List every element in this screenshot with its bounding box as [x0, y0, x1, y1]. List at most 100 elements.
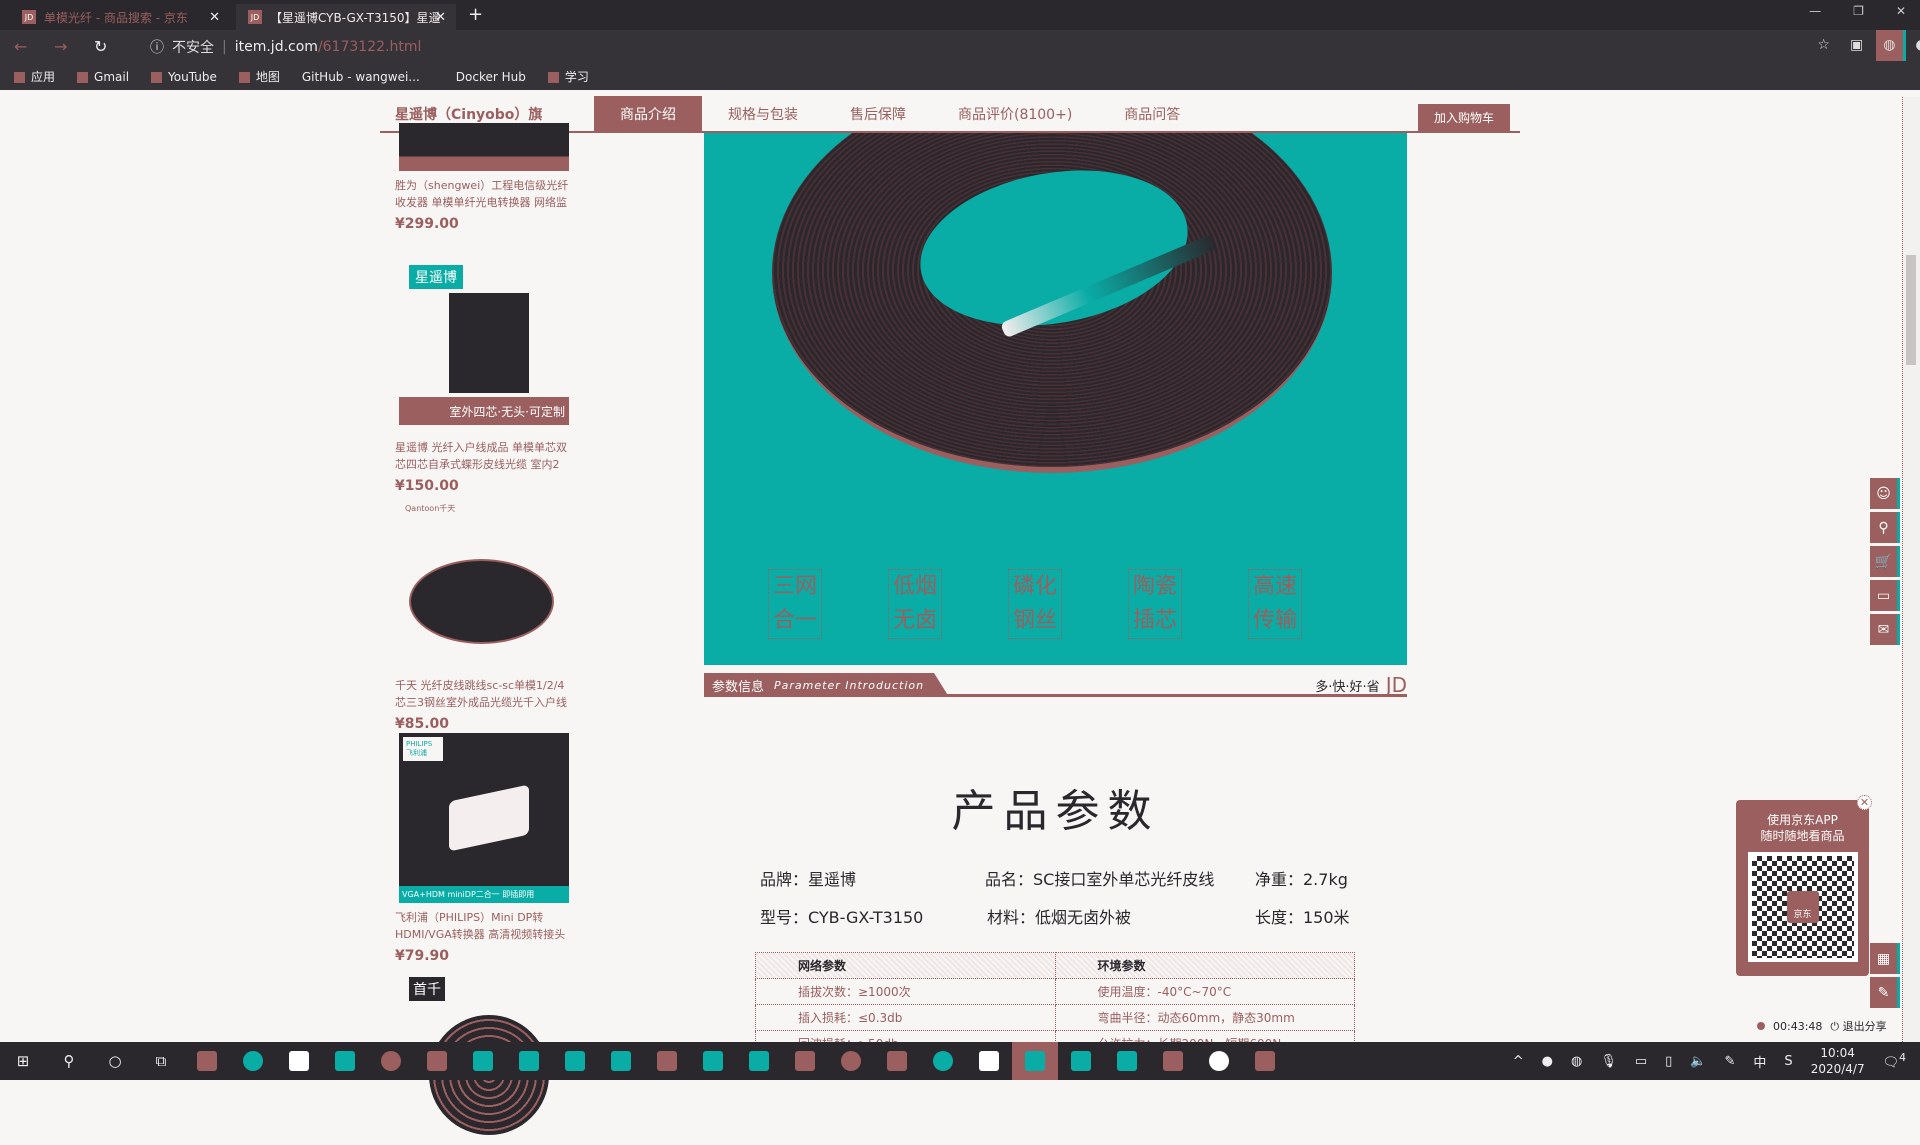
url-field[interactable]: ⓘ 不安全 | item.jd.com/6173122.html — [150, 37, 421, 57]
product-name[interactable]: 飞利浦（PHILIPS）Mini DP转HDMI/VGA转换器 高清视频转接头 — [395, 909, 575, 943]
active-app-icon[interactable] — [1012, 1042, 1058, 1080]
tab-specs[interactable]: 规格与包装 — [702, 96, 824, 132]
network-icon[interactable]: ▯ — [1665, 1054, 1672, 1069]
tab-product[interactable]: JD 【星遥博CYB-GX-T3150】星遥 ✕ — [236, 4, 456, 30]
task-view-icon[interactable]: ⧉ — [138, 1042, 184, 1080]
intellij-icon[interactable] — [506, 1042, 552, 1080]
product-image[interactable] — [399, 123, 569, 171]
xmind-icon[interactable] — [874, 1042, 920, 1080]
scrollbar[interactable] — [1902, 97, 1920, 1042]
volume-icon[interactable]: 🔈 — [1690, 1054, 1706, 1069]
store-icon[interactable] — [276, 1042, 322, 1080]
notification-icon[interactable]: 🗨4 — [1883, 1051, 1906, 1070]
scrollbar-thumb[interactable] — [1906, 255, 1916, 365]
tab-product-intro[interactable]: 商品介绍 — [594, 96, 702, 132]
bookmark-dockerhub[interactable]: Docker Hub — [456, 70, 526, 84]
product-image[interactable]: PHILIPS 飞利浦 VGA+HDM miniDP二合一 即插即用 — [399, 733, 569, 903]
star-icon[interactable]: ☆ — [1817, 37, 1830, 53]
reload-icon[interactable]: ↻ — [94, 37, 120, 56]
store-name[interactable]: 星遥博（Cinyobo）旗 — [380, 104, 594, 124]
bookmark-github[interactable]: GitHub - wangwei... — [302, 70, 420, 84]
browser-icon[interactable] — [368, 1042, 414, 1080]
product-name[interactable]: 星遥博 光纤入户线成品 单模单芯双芯四芯自承式蝶形皮线光缆 室内2 — [395, 439, 575, 473]
back-icon[interactable]: ← — [14, 37, 40, 56]
restore-icon[interactable]: ❐ — [1853, 4, 1864, 18]
bookmark-apps[interactable]: 应用 — [14, 68, 55, 85]
show-hidden-icons[interactable]: ^ — [1513, 1054, 1524, 1069]
taskbar-app-icon[interactable] — [1150, 1042, 1196, 1080]
mail-icon[interactable] — [322, 1042, 368, 1080]
search-icon[interactable]: ⚲ — [46, 1042, 92, 1080]
chrome-icon[interactable] — [230, 1042, 276, 1080]
product-name[interactable]: 胜为（shengwei）工程电信级光纤收发器 单模单纤光电转换器 网络监 — [395, 177, 575, 211]
exit-share-button[interactable]: ⏻ 退出分享 — [1830, 1018, 1886, 1034]
bookmark-study[interactable]: 学习 — [547, 68, 589, 85]
clock[interactable]: 10:04 2020/4/7 — [1811, 1045, 1865, 1077]
taskbar-app-icon[interactable] — [1196, 1042, 1242, 1080]
product-image[interactable]: Qantoon千天 — [399, 501, 569, 671]
tab-after-sales[interactable]: 售后保障 — [824, 96, 932, 132]
taskbar-app-icon[interactable] — [828, 1042, 874, 1080]
table-header-row: 网络参数 环境参数 — [755, 952, 1355, 979]
bookmark-gmail[interactable]: Gmail — [77, 70, 129, 84]
goland-icon[interactable] — [552, 1042, 598, 1080]
feedback-icon[interactable]: ✎ — [1870, 977, 1900, 1008]
qr-text: 使用京东APP — [1767, 813, 1838, 827]
cart-icon[interactable]: 🛒 — [1870, 546, 1900, 577]
datagrip-icon[interactable] — [460, 1042, 506, 1080]
new-tab-button[interactable]: + — [468, 4, 483, 25]
forward-icon[interactable]: → — [54, 37, 80, 56]
pycharm-icon[interactable] — [598, 1042, 644, 1080]
taskbar-app-icon[interactable] — [920, 1042, 966, 1080]
params-title: 产品参数 — [951, 786, 1160, 837]
cortana-icon[interactable]: ○ — [92, 1042, 138, 1080]
close-tab-icon[interactable]: ✕ — [435, 10, 446, 25]
taskbar-app-icon[interactable] — [184, 1042, 230, 1080]
qr-code-icon[interactable]: ▦ — [1870, 943, 1900, 974]
tab-reviews[interactable]: 商品评价(8100+) — [932, 96, 1098, 132]
taskbar-app-icon[interactable] — [782, 1042, 828, 1080]
vscode-icon[interactable] — [690, 1042, 736, 1080]
bookmark-maps[interactable]: 地图 — [238, 68, 280, 85]
taskbar-app-icon[interactable] — [1242, 1042, 1288, 1080]
add-to-cart-button[interactable]: 加入购物车 — [1417, 104, 1510, 131]
sidebar-product[interactable]: Qantoon千天 千天 光纤皮线跳线sc-sc单模1/2/4芯三3钢丝室外成品… — [395, 501, 575, 732]
sogou-icon[interactable]: S — [1784, 1054, 1792, 1069]
minimize-icon[interactable]: — — [1809, 4, 1821, 18]
sidebar-product[interactable]: 胜为（shengwei）工程电信级光纤收发器 单模单纤光电转换器 网络监 ¥29… — [395, 123, 575, 232]
close-window-icon[interactable]: ✕ — [1896, 4, 1906, 18]
tab-search[interactable]: JD 单模光纤 - 商品搜索 - 京东 ✕ — [10, 4, 230, 30]
input-method-icon[interactable]: 中 — [1753, 1052, 1766, 1071]
service-icon[interactable]: ☺ — [1870, 478, 1900, 509]
coupon-icon[interactable]: ▭ — [1870, 580, 1900, 611]
close-tab-icon[interactable]: ✕ — [209, 10, 220, 25]
product-name[interactable]: 千天 光纤皮线跳线sc-sc单模1/2/4芯三3钢丝室外成品光缆光千入户线 — [395, 677, 575, 711]
extension-icon[interactable]: ▣ — [1850, 37, 1863, 53]
product-image[interactable]: 星遥博 室外四芯·无头·可定制 — [399, 263, 569, 433]
product-price: ¥150.00 — [395, 478, 459, 494]
taskbar-app-icon[interactable] — [736, 1042, 782, 1080]
profile-icon[interactable]: ● — [1915, 37, 1920, 53]
user-icon[interactable]: ⚲ — [1870, 512, 1900, 543]
sidebar-product[interactable]: PHILIPS 飞利浦 VGA+HDM miniDP二合一 即插即用 飞利浦（P… — [395, 733, 575, 964]
microphone-icon[interactable]: 🎙 — [1600, 1054, 1617, 1069]
param-weight: 净重：2.7kg — [1255, 870, 1348, 889]
tab-qa[interactable]: 商品问答 — [1098, 96, 1206, 132]
excel-icon[interactable] — [1104, 1042, 1150, 1080]
phpstorm-icon[interactable] — [644, 1042, 690, 1080]
message-icon[interactable]: ✉ — [1870, 614, 1900, 645]
pen-icon[interactable]: ✎ — [1725, 1054, 1736, 1069]
taskbar-app-icon[interactable] — [1058, 1042, 1104, 1080]
bookmark-youtube[interactable]: YouTube — [151, 70, 217, 84]
bookmark-label: 学习 — [564, 70, 589, 84]
extension-icon[interactable]: ◍ — [1883, 37, 1895, 53]
tray-app-icon[interactable]: ● — [1542, 1054, 1553, 1069]
taskbar-app-icon[interactable] — [414, 1042, 460, 1080]
tray-app-icon[interactable]: ◍ — [1571, 1054, 1582, 1069]
onenote-icon[interactable] — [966, 1042, 1012, 1080]
windows-start-icon[interactable]: ⊞ — [0, 1042, 46, 1080]
close-icon[interactable]: ✕ — [1857, 795, 1872, 810]
battery-icon[interactable]: ▭ — [1635, 1054, 1647, 1069]
product-hero-image: 三网 合一 低烟 无卤 磷化 钢丝 陶瓷 插芯 高速 传输 — [704, 133, 1407, 665]
sidebar-product[interactable]: 星遥博 室外四芯·无头·可定制 星遥博 光纤入户线成品 单模单芯双芯四芯自承式蝶… — [395, 263, 575, 494]
